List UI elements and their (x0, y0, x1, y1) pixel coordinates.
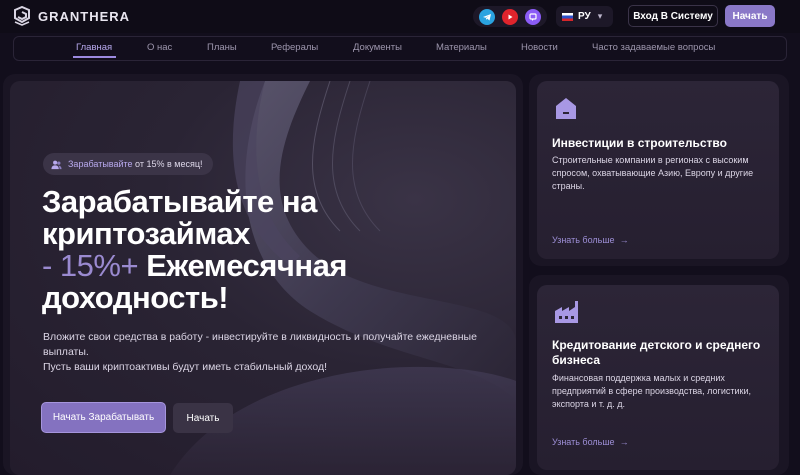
language-label: РУ (578, 11, 591, 22)
main-nav: Главная О нас Планы Рефералы Документы М… (13, 36, 787, 61)
hero-title-line1: Зарабатывайте на (42, 184, 317, 219)
language-selector[interactable]: РУ ▾ (556, 6, 613, 27)
arrow-right-icon: → (619, 235, 629, 245)
badge-text: от 15% в месяц! (132, 159, 203, 169)
nav-item-about[interactable]: О нас (147, 37, 172, 60)
login-button[interactable]: Вход В Систему (628, 5, 718, 27)
header-start-button[interactable]: Начать (725, 5, 775, 27)
card-business-title: Кредитование детского и среднего бизнеса (552, 338, 761, 367)
card-business-text: Финансовая поддержка малых и средних пре… (552, 373, 751, 409)
hero-start-button[interactable]: Начать (173, 403, 233, 433)
hero-desc-line1: Вложите свои средства в работу - инвести… (43, 331, 477, 358)
card-business-link-label: Узнать больше (552, 437, 615, 447)
youtube-icon[interactable] (501, 8, 518, 25)
nav-item-referrals[interactable]: Рефералы (271, 37, 318, 60)
granthera-logo-icon (14, 6, 30, 26)
factory-icon (555, 301, 578, 323)
logo[interactable]: GRANTHERA (12, 6, 130, 26)
arrow-right-icon: → (619, 437, 629, 447)
hero-desc-line2: Пусть ваши криптоактивы будут иметь стаб… (43, 361, 327, 373)
header: GRANTHERA РУ ▾ Вход В Систему Начать (0, 0, 800, 33)
start-earning-button[interactable]: Начать Зарабатывать (41, 402, 166, 433)
hero-title-line3: Ежемесячная (138, 248, 347, 283)
russia-flag-icon (562, 12, 573, 21)
nav-item-plans[interactable]: Планы (207, 37, 237, 60)
badge-highlight: Зарабатывайте (68, 159, 133, 169)
earnings-badge: Зарабатывайте от 15% в месяц! (43, 153, 213, 175)
logo-text: GRANTHERA (38, 8, 131, 24)
card-construction-link-label: Узнать больше (552, 235, 615, 245)
hero-title-line4: доходность! (42, 280, 229, 315)
card-business-link[interactable]: Узнать больше → (552, 437, 629, 447)
nav-item-news[interactable]: Новости (521, 37, 558, 60)
social-links (473, 6, 547, 27)
nav-active-indicator (73, 56, 116, 58)
hero-title-line2: криптозаймах (42, 216, 250, 251)
users-icon (51, 160, 62, 169)
nav-item-materials[interactable]: Материалы (436, 37, 487, 60)
hero-description: Вложите свои средства в работу - инвести… (43, 330, 493, 375)
nav-item-faq[interactable]: Часто задаваемые вопросы (592, 37, 715, 60)
hero-title: Зарабатывайте на криптозаймах - 15%+ Еже… (42, 186, 362, 314)
card-construction-link[interactable]: Узнать больше → (552, 235, 629, 245)
house-icon (556, 98, 576, 119)
card-construction-title: Инвестиции в строительство (552, 136, 727, 150)
chevron-down-icon: ▾ (597, 11, 603, 21)
telegram-icon[interactable] (479, 8, 496, 25)
hero-title-accent: - 15%+ (42, 248, 139, 283)
nav-item-documents[interactable]: Документы (353, 37, 402, 60)
card-construction-text: Строительные компании в регионах с высок… (552, 155, 754, 191)
twitch-icon[interactable] (524, 8, 541, 25)
